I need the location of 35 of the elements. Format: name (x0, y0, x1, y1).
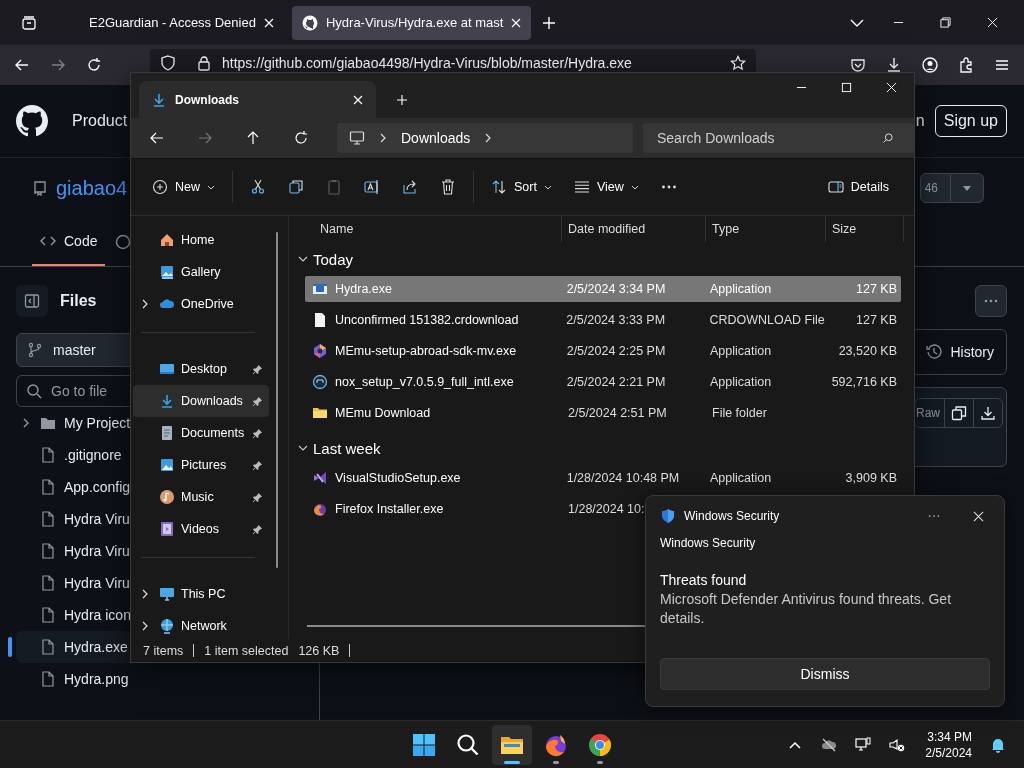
size-cell-text: 3,909 KB (844, 471, 898, 485)
file-name: Firefox Installer.exe (335, 502, 444, 516)
type-cell-text: Application (708, 375, 773, 389)
file-name: Unconfirmed 151382.crdownload (335, 313, 519, 327)
date-cell-text: 2/5/2024 2:51 PM (567, 406, 668, 420)
clock-time: 3:34 PM (927, 728, 972, 745)
size-cell-text: 23,520 KB (837, 344, 898, 358)
file-name: Hydra.exe (335, 282, 392, 296)
file-name: VisualStudioSetup.exe (335, 471, 461, 485)
item-count: 7 items (143, 643, 184, 658)
notification-source: Windows Security (660, 536, 757, 550)
selection-info: 1 item selected (204, 643, 289, 658)
type-cell-text: CRDOWNLOAD File (708, 313, 824, 327)
notification-message: Microsoft Defender Antivirus found threats. Get details. (660, 590, 953, 628)
clock-date: 2/5/2024 (925, 744, 972, 761)
size-cell-text: 127 KB (855, 313, 898, 327)
files-title: Files (60, 292, 97, 310)
notification-app-name: Windows Security (684, 509, 780, 523)
type-cell-text: File folder (711, 406, 768, 420)
file-name: nox_setup_v7.0.5.9_full_intl.exe (335, 375, 514, 389)
date-cell-text: 1/28/2024 10:48 PM (565, 471, 681, 485)
file-name: MEmu Download (335, 406, 431, 420)
size-cell-text: 127 KB (855, 282, 898, 296)
type-cell-text: Application (708, 344, 773, 358)
selection-size: 126 KB (298, 643, 340, 658)
url-text: https://github.com/giabao4498/Hydra-Virus/blob/master/Hydra.exe (222, 55, 632, 71)
size-cell-text: 592,716 KB (830, 375, 898, 389)
type-cell-text: Application (708, 282, 773, 296)
file-name: MEmu-setup-abroad-sdk-mv.exe (335, 344, 517, 358)
date-cell-text: 2/5/2024 3:34 PM (565, 282, 667, 296)
date-cell-text: 2/5/2024 2:21 PM (565, 375, 667, 389)
date-cell-text: 2/5/2024 2:25 PM (565, 344, 667, 358)
date-cell-text: 2/5/2024 3:33 PM (565, 313, 667, 327)
type-cell-text: Application (708, 471, 773, 485)
notification-title: Threats found (660, 572, 748, 588)
